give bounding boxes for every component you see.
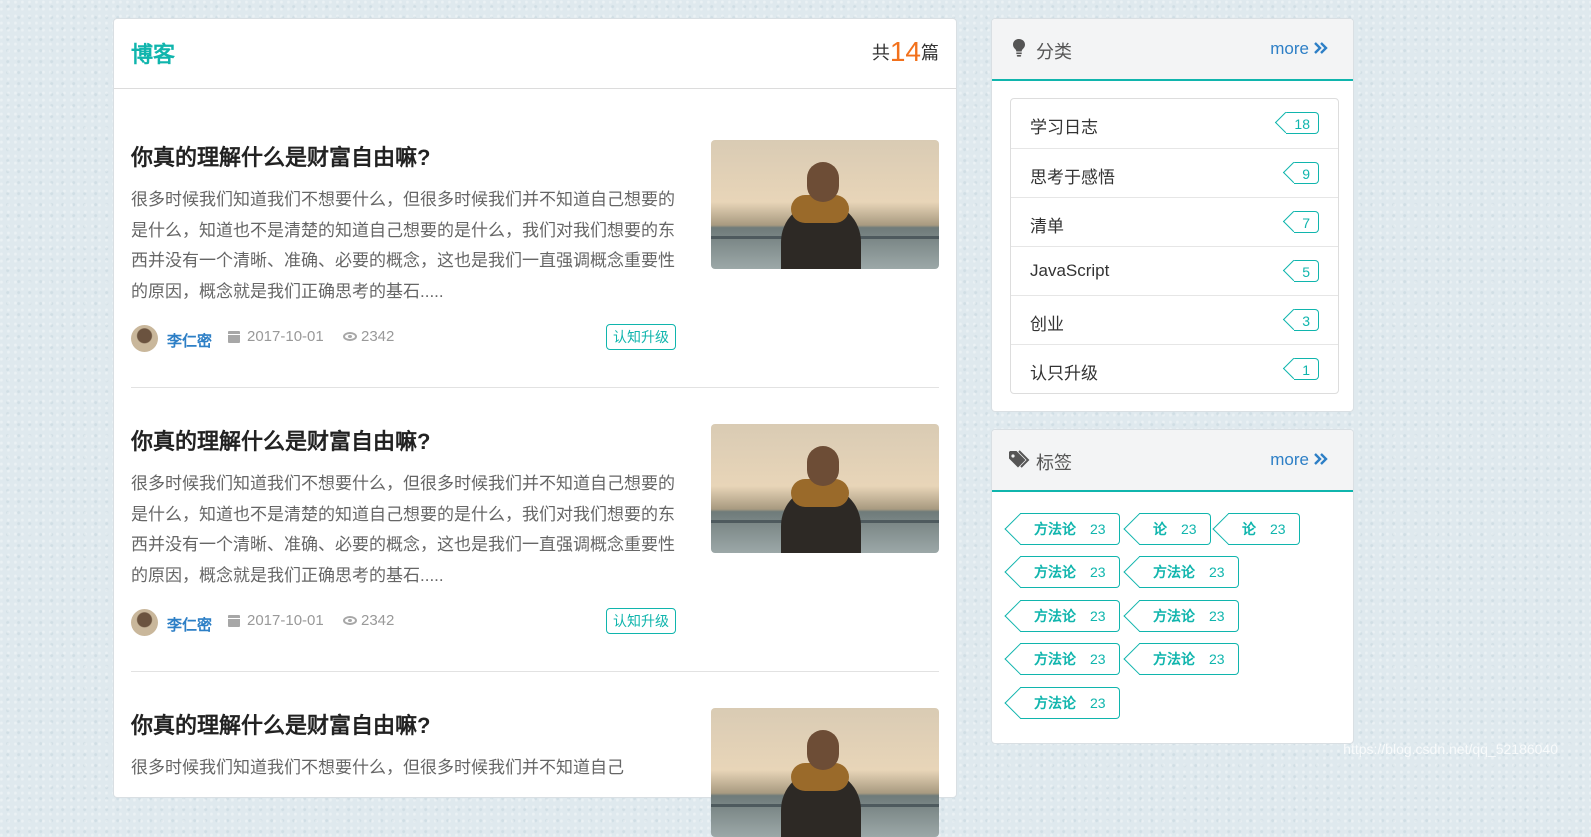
watermark: https://blog.csdn.net/qq_52186040 xyxy=(1343,741,1558,757)
eye-icon xyxy=(343,616,357,625)
tag-item[interactable]: 方法论 23 xyxy=(1020,513,1120,545)
divider xyxy=(131,671,939,672)
tag-item[interactable]: 方法论 23 xyxy=(1020,643,1120,675)
category-item[interactable]: 学习日志 18 xyxy=(1011,99,1338,148)
eye-icon xyxy=(343,332,357,341)
tag-item[interactable]: 论 23 xyxy=(1139,513,1211,545)
author-link[interactable]: 李仁密 xyxy=(167,614,212,635)
post-meta: 李仁密 2017-10-01 2342 认知升级 xyxy=(131,607,676,637)
category-name: 创业 xyxy=(1030,315,1064,334)
tag-item[interactable]: 方法论 23 xyxy=(1139,643,1239,675)
lightbulb-icon xyxy=(1013,39,1025,57)
author-link[interactable]: 李仁密 xyxy=(167,330,212,351)
tag-item[interactable]: 方法论 23 xyxy=(1139,600,1239,632)
category-count: 1 xyxy=(1294,358,1319,380)
author-avatar[interactable] xyxy=(131,609,158,636)
categories-card: 分类 more 学习日志 18 思考于感悟 9 清单 7 JavaScript 5 创业… xyxy=(991,18,1354,412)
author-avatar[interactable] xyxy=(131,325,158,352)
post-title-link[interactable]: 你真的理解什么是财富自由嘛? xyxy=(131,140,430,172)
category-item[interactable]: JavaScript 5 xyxy=(1011,246,1338,295)
post-item: 你真的理解什么是财富自由嘛? 很多时候我们知道我们不想要什么，但很多时候我们并不… xyxy=(131,424,939,672)
category-name: JavaScript xyxy=(1030,261,1110,280)
tag-item[interactable]: 论 23 xyxy=(1228,513,1300,545)
tag-item[interactable]: 方法论 23 xyxy=(1020,600,1120,632)
post-count: 共14篇 xyxy=(872,36,939,68)
category-name: 学习日志 xyxy=(1030,118,1098,137)
post-title-link[interactable]: 你真的理解什么是财富自由嘛? xyxy=(131,424,430,456)
categories-more-link[interactable]: more xyxy=(1270,39,1329,59)
post-views: 2342 xyxy=(361,612,395,629)
category-name: 思考于感悟 xyxy=(1030,168,1115,187)
post-category-badge[interactable]: 认知升级 xyxy=(606,324,676,350)
count-number: 14 xyxy=(889,36,921,67)
post-item: 你真的理解什么是财富自由嘛? 很多时候我们知道我们不想要什么，但很多时候我们并不… xyxy=(131,140,939,388)
post-views: 2342 xyxy=(361,328,395,345)
post-category-badge[interactable]: 认知升级 xyxy=(606,608,676,634)
blog-title: 博客 xyxy=(131,42,176,67)
double-chevron-right-icon xyxy=(1314,453,1328,465)
category-list: 学习日志 18 思考于感悟 9 清单 7 JavaScript 5 创业 3 认只升级 1 xyxy=(1010,98,1339,394)
tags-icon xyxy=(1009,450,1030,468)
category-count: 7 xyxy=(1294,211,1319,233)
post-excerpt: 很多时候我们知道我们不想要什么，但很多时候我们并不知道自己 xyxy=(131,758,624,777)
calendar-icon xyxy=(228,615,240,627)
count-suffix: 篇 xyxy=(921,43,939,63)
tags-title: 标签 xyxy=(1036,453,1072,473)
category-count: 18 xyxy=(1286,112,1319,134)
category-name: 认只升级 xyxy=(1030,364,1098,383)
blog-panel: 博客 共14篇 你真的理解什么是财富自由嘛? 很多时候我们知道我们不想要什么，但… xyxy=(113,18,957,837)
categories-title: 分类 xyxy=(1036,42,1072,62)
post-item: 你真的理解什么是财富自由嘛? 很多时候我们知道我们不想要什么，但很多时候我们并不… xyxy=(131,708,939,837)
tags-header: 标签 more xyxy=(992,430,1353,492)
category-item[interactable]: 认只升级 1 xyxy=(1011,344,1338,393)
tag-item[interactable]: 方法论 23 xyxy=(1020,687,1120,719)
post-excerpt: 很多时候我们知道我们不想要什么，但很多时候我们并不知道自己想要的是什么，知道也不… xyxy=(131,474,675,585)
count-prefix: 共 xyxy=(871,43,890,63)
categories-header: 分类 more xyxy=(992,19,1353,81)
category-item[interactable]: 清单 7 xyxy=(1011,197,1338,246)
category-count: 5 xyxy=(1294,260,1319,282)
more-label: more xyxy=(1270,39,1309,58)
double-chevron-right-icon xyxy=(1314,42,1328,54)
more-label: more xyxy=(1270,450,1309,469)
post-thumbnail[interactable] xyxy=(711,708,939,837)
tag-item[interactable]: 方法论 23 xyxy=(1020,556,1120,588)
post-meta: 李仁密 2017-10-01 2342 认知升级 xyxy=(131,323,676,353)
category-item[interactable]: 创业 3 xyxy=(1011,295,1338,344)
category-name: 清单 xyxy=(1030,217,1064,236)
post-date: 2017-10-01 xyxy=(247,328,324,345)
tag-item[interactable]: 方法论 23 xyxy=(1139,556,1239,588)
post-thumbnail[interactable] xyxy=(711,140,939,269)
calendar-icon xyxy=(228,331,240,343)
post-thumbnail[interactable] xyxy=(711,424,939,553)
category-count: 3 xyxy=(1294,309,1319,331)
divider xyxy=(131,387,939,388)
blog-header: 博客 共14篇 xyxy=(114,19,956,89)
post-date: 2017-10-01 xyxy=(247,612,324,629)
category-item[interactable]: 思考于感悟 9 xyxy=(1011,148,1338,197)
category-count: 9 xyxy=(1294,162,1319,184)
tags-card: 标签 more 方法论 23 论 23 论 23 方法论 23 方法论 23 方法论 23 … xyxy=(991,429,1354,744)
post-title-link[interactable]: 你真的理解什么是财富自由嘛? xyxy=(131,708,430,740)
tags-more-link[interactable]: more xyxy=(1270,450,1329,470)
post-excerpt: 很多时候我们知道我们不想要什么，但很多时候我们并不知道自己想要的是什么，知道也不… xyxy=(131,190,675,301)
